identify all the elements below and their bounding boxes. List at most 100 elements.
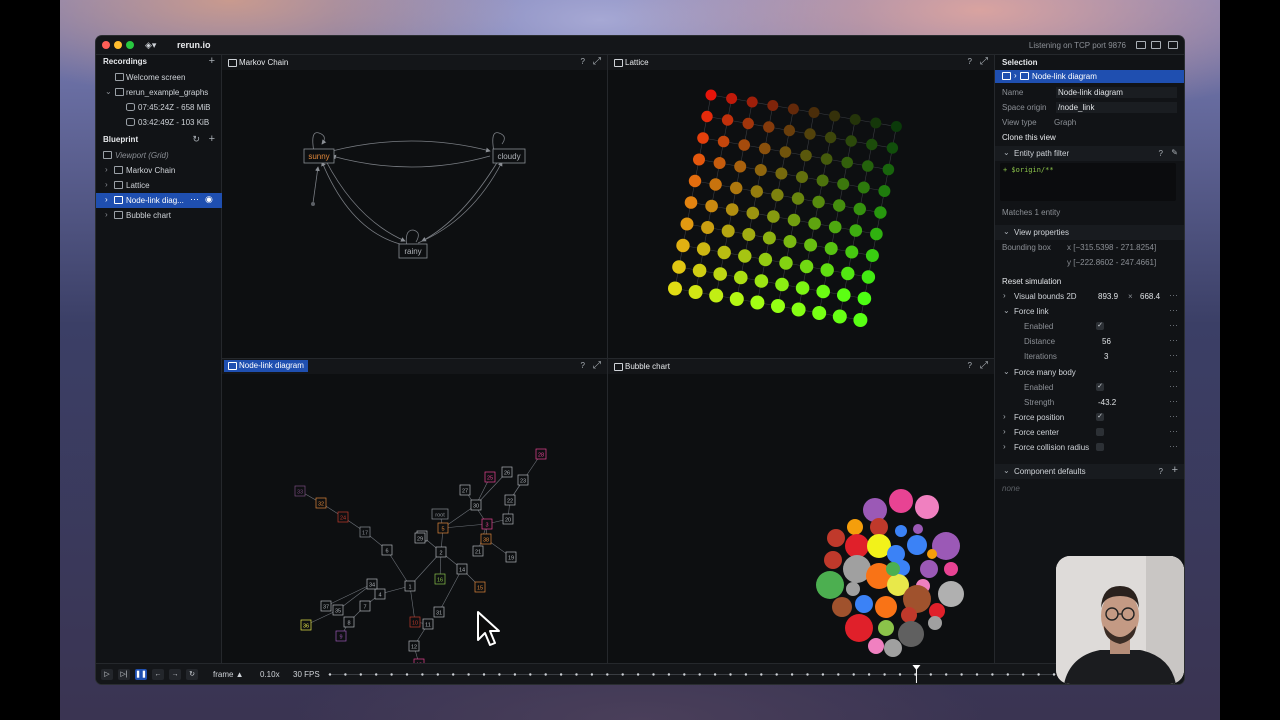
nodelink-view[interactable]: Node-link diagram ? ⤢ 33 32 24 17 6 5 1 2 3 4 7 8 9 1… [222,359,608,663]
lattice-view[interactable]: Lattice ? ⤢ [608,55,994,359]
lattice-node[interactable] [771,299,785,313]
lattice-node[interactable] [750,295,765,310]
chevron-down-icon[interactable]: ⌄ [1003,148,1010,157]
lattice-node[interactable] [874,206,887,219]
visual-bounds-width[interactable]: 893.9 [1098,292,1118,301]
lattice-node[interactable] [668,281,682,296]
help-icon[interactable]: ? [968,57,972,66]
strength-value[interactable]: -43.2 [1098,398,1116,407]
bubble[interactable] [846,582,860,596]
more-icon[interactable]: ⋯ [190,194,199,205]
bubble[interactable] [875,596,897,618]
timeline-selector[interactable]: frame ▲ [213,670,244,679]
lattice-node[interactable] [754,164,767,176]
nodelink-node[interactable]: 25 [484,471,496,483]
nodelink-node[interactable]: 23 [517,474,529,486]
bubble[interactable] [870,518,888,536]
view-properties-header[interactable]: ⌄ View properties [995,225,1184,240]
nodelink-node[interactable]: 26 [501,466,513,478]
node-sunny[interactable]: sunny [303,148,335,164]
lattice-node[interactable] [746,206,760,220]
lattice-node[interactable] [783,235,797,248]
maximize-icon[interactable]: ⤢ [593,360,601,371]
more-icon[interactable]: ⋯ [1169,305,1178,316]
entity-filter-editor[interactable]: + $origin/** [1000,163,1176,201]
lattice-node[interactable] [758,252,773,267]
nodelink-node[interactable]: 10 [409,616,421,628]
chevron-right-icon[interactable]: › [105,165,108,174]
force-collision-checkbox[interactable] [1096,443,1104,451]
more-icon[interactable]: ⋯ [1169,320,1178,331]
lattice-node[interactable] [829,110,841,122]
lattice-node[interactable] [697,132,709,144]
lattice-graph[interactable] [608,70,994,359]
lattice-node[interactable] [696,242,711,256]
lattice-node[interactable] [767,210,780,223]
lattice-node[interactable] [717,245,731,260]
more-icon[interactable]: ⋯ [1169,335,1178,346]
chevron-right-icon[interactable]: › [1003,412,1006,421]
markov-view[interactable]: Markov Chain ? ⤢ sunny cloudy rainy [222,55,608,359]
nodelink-node[interactable]: 1 [404,580,416,592]
nodelink-node[interactable]: 2 [435,546,447,558]
close-window-button[interactable] [102,41,110,49]
blueprint-bubble[interactable]: › Bubble chart [96,208,222,223]
lattice-node[interactable] [841,156,853,169]
playback-speed[interactable]: 0.10x [260,670,280,679]
lattice-node[interactable] [853,202,866,216]
clone-view-button[interactable]: Clone this view [995,130,1184,145]
lattice-node[interactable] [721,114,734,126]
entity-filter-header[interactable]: ⌄ Entity path filter ? ✎ [995,146,1184,161]
lattice-node[interactable] [734,270,748,285]
lattice-node[interactable] [824,242,838,255]
force-collision-row[interactable]: › Force collision radius ⋯ [995,440,1184,455]
chevron-right-icon[interactable]: › [105,180,108,189]
toggle-right-panel-icon[interactable] [1168,41,1178,49]
bubble[interactable] [886,562,900,576]
loop-button[interactable]: ↻ [186,669,198,680]
nodelink-node[interactable]: 27 [459,484,471,496]
play-button[interactable]: ▷ [101,669,113,680]
lattice-node[interactable] [742,117,754,130]
bubble[interactable] [845,534,869,558]
lattice-node[interactable] [820,263,834,277]
recording-welcome[interactable]: Welcome screen [96,70,222,85]
lattice-node[interactable] [688,285,703,299]
lattice-node[interactable] [841,266,855,281]
nodelink-node[interactable]: root [431,508,449,520]
minimize-window-button[interactable] [114,41,122,49]
playback-fps[interactable]: 30 FPS [293,670,320,679]
chevron-right-icon[interactable]: › [1003,427,1006,436]
bubble[interactable] [884,639,902,657]
recording-entry-1[interactable]: 07:45:24Z - 658 MiB [96,100,222,115]
lattice-node[interactable] [754,274,769,288]
lattice-node[interactable] [795,281,810,295]
bubble[interactable] [868,638,884,654]
visual-bounds-height[interactable]: 668.4 [1140,292,1160,301]
blueprint-markov[interactable]: › Markov Chain [96,163,222,178]
lattice-node[interactable] [791,192,805,205]
lattice-node[interactable] [676,238,690,253]
help-icon[interactable]: ? [968,361,972,370]
lattice-node[interactable] [746,96,758,108]
lattice-node[interactable] [759,142,771,155]
chevron-right-icon[interactable]: › [105,195,108,204]
node-rainy[interactable]: rainy [398,243,428,259]
nodelink-node[interactable]: 24 [337,511,349,523]
lattice-node[interactable] [705,89,717,101]
lattice-node[interactable] [824,131,837,144]
lattice-node[interactable] [763,121,775,133]
lattice-node[interactable] [693,153,705,166]
lattice-node[interactable] [709,288,724,303]
force-position-row[interactable]: › Force position ✓ ⋯ [995,410,1184,425]
chevron-down-icon[interactable]: ⌄ [1003,306,1010,315]
lattice-node[interactable] [861,270,876,284]
force-link-enabled-checkbox[interactable]: ✓ [1096,322,1104,330]
more-icon[interactable]: ⋯ [1169,350,1178,361]
lattice-node[interactable] [845,135,857,147]
nodelink-node[interactable]: 9 [335,630,347,642]
help-icon[interactable]: ? [581,57,585,66]
lattice-node[interactable] [688,174,702,188]
lattice-node[interactable] [705,199,718,213]
bubble[interactable] [928,616,942,630]
